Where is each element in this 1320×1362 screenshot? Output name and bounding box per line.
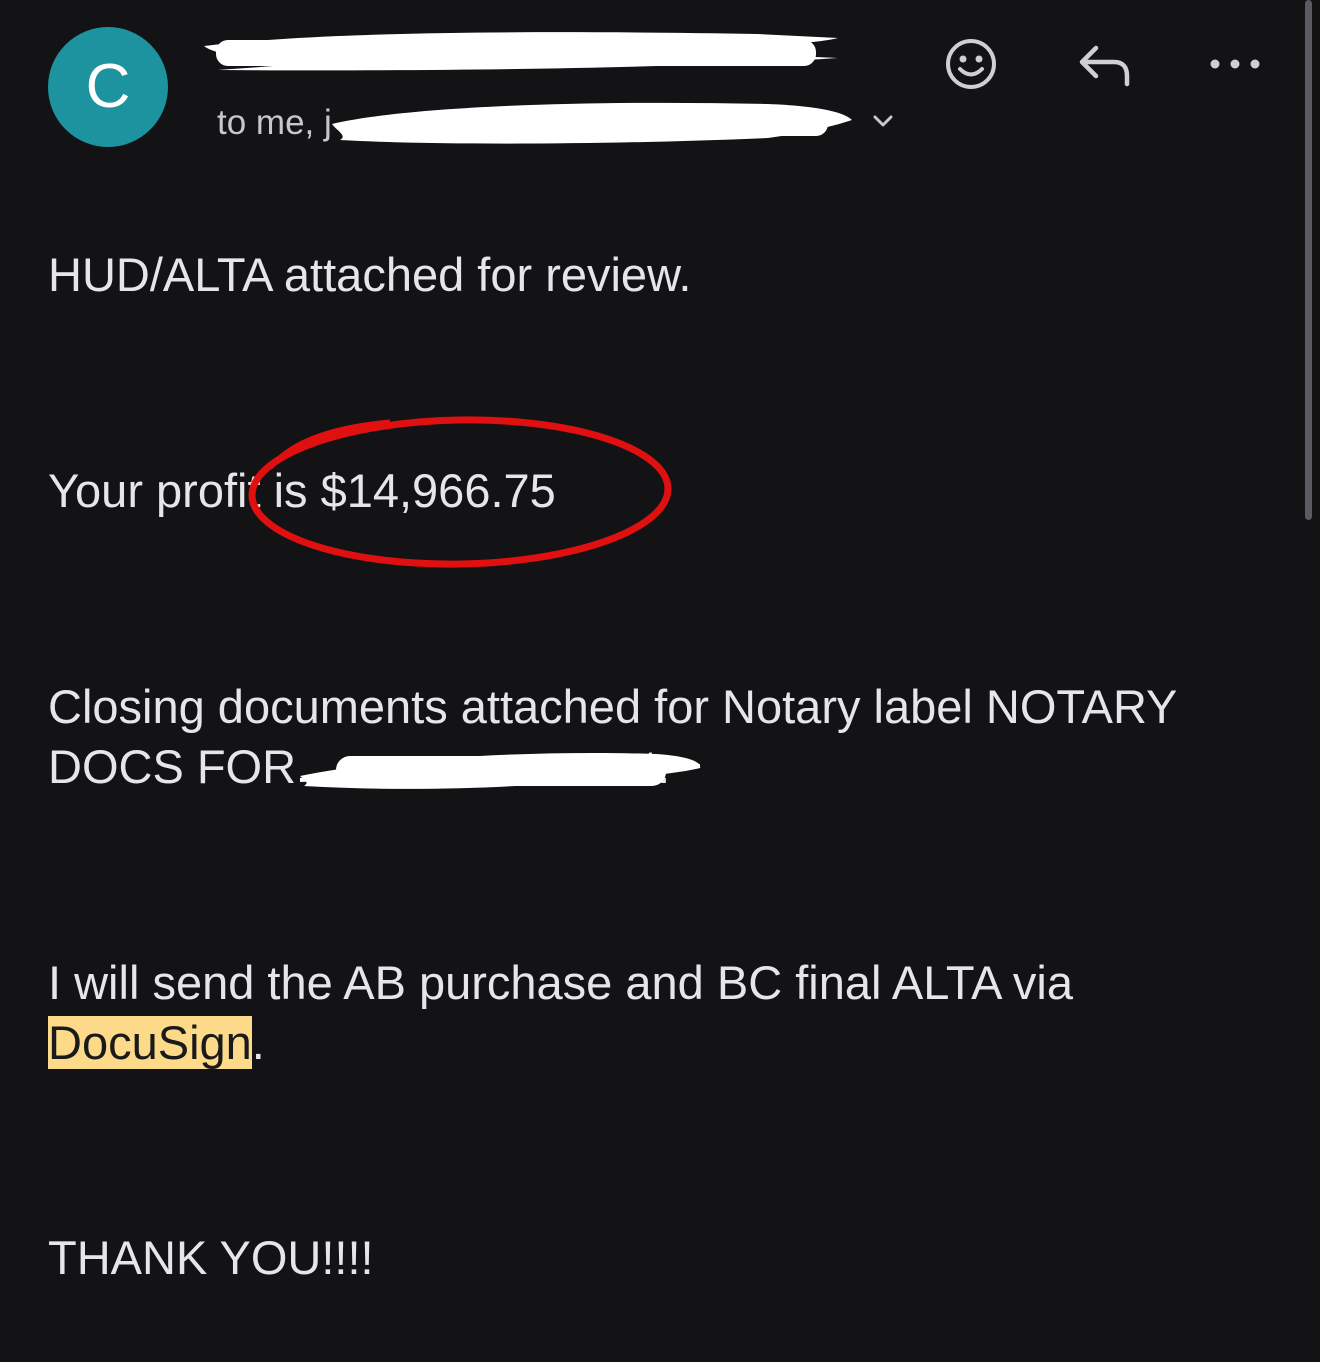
recipients-redaction — [332, 102, 852, 144]
sender-name-redaction — [204, 32, 838, 71]
body-line-hud-alta: HUD/ALTA attached for review. — [48, 248, 692, 301]
docusign-tail: . — [251, 1016, 265, 1069]
recipients-line[interactable]: to me, j — [217, 100, 332, 146]
docusign-highlight-link[interactable]: DocuSign — [48, 1016, 252, 1069]
scrollbar[interactable] — [1305, 0, 1312, 520]
sender-avatar[interactable]: C — [48, 27, 168, 147]
body-line-docusign-1: I will send the AB purchase and BC final… — [48, 956, 1074, 1009]
body-line-thank-you: THANK YOU!!!! — [48, 1231, 374, 1284]
smiley-icon[interactable] — [941, 34, 1001, 94]
avatar-letter: C — [85, 52, 131, 121]
chevron-down-icon[interactable] — [866, 104, 900, 138]
body-line-profit: Your profit is $14,966.75 — [48, 464, 556, 517]
body-line-closing-1: Closing documents attached for Notary la… — [48, 680, 1178, 733]
body-line-docusign-2: DocuSign. — [48, 1013, 265, 1073]
docs-for-text: DOCS FOR — [48, 740, 297, 793]
more-horizontal-icon[interactable] — [1205, 34, 1265, 94]
docs-address-redaction — [299, 752, 701, 789]
reply-arrow-icon[interactable] — [1072, 34, 1132, 94]
